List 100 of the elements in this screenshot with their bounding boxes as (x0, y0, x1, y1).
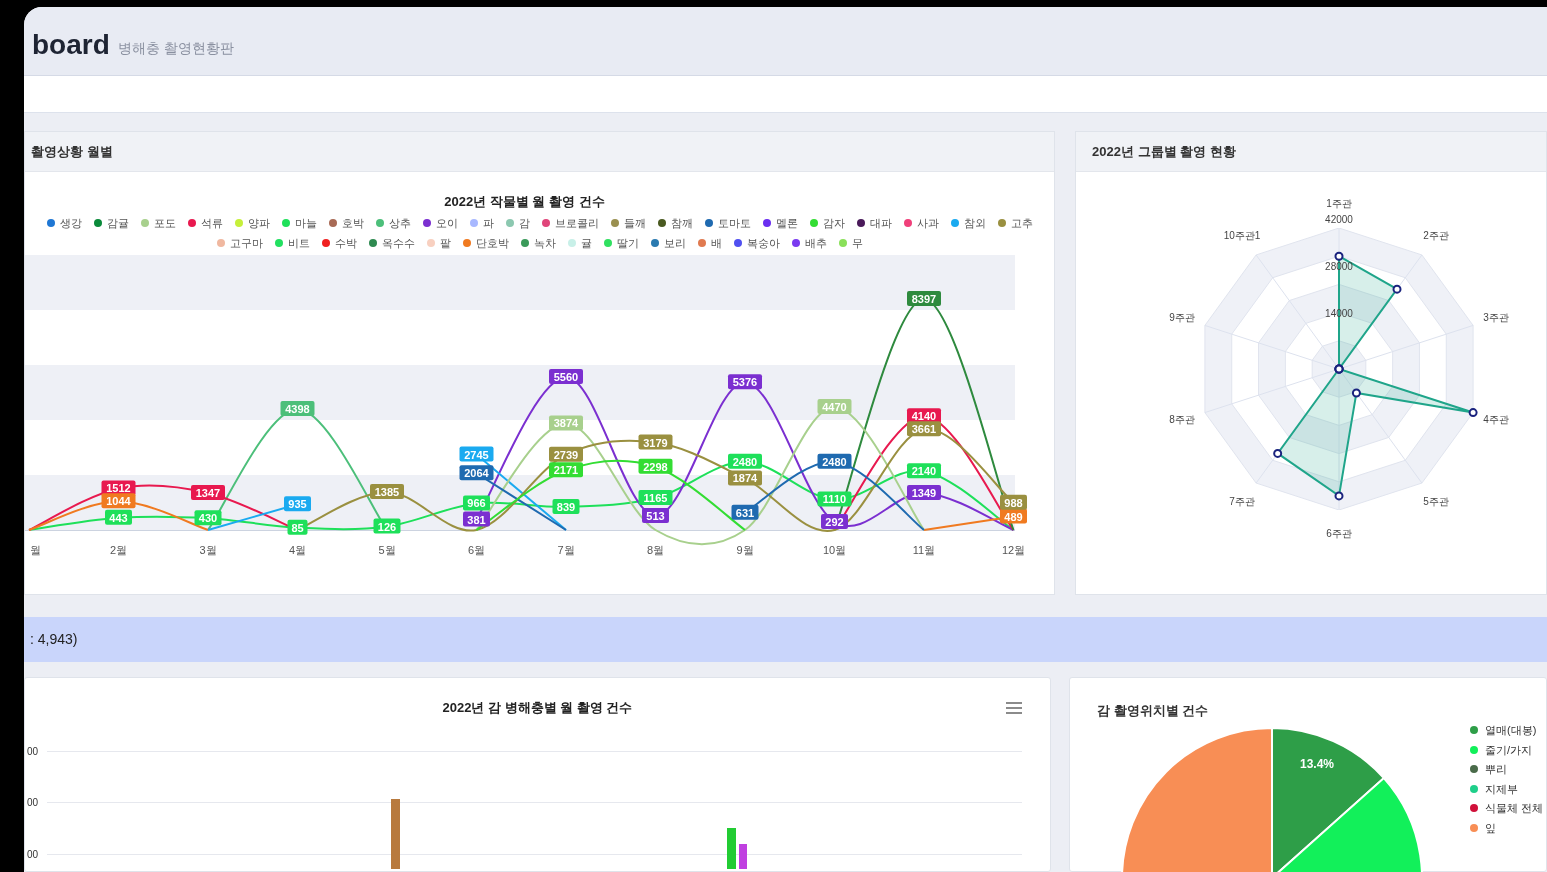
legend-label[interactable]: 보리 (663, 233, 686, 252)
legend-label[interactable]: 석류 (200, 213, 223, 232)
data-label: 935 (288, 497, 307, 510)
data-label: 2480 (732, 455, 758, 468)
data-label: 3874 (553, 416, 580, 429)
axis-label: 1주관 (1326, 199, 1352, 209)
summary-text: : 4,943) (30, 630, 78, 649)
axis-label: 3월 (199, 543, 217, 556)
axis-label: 9월 (736, 543, 754, 556)
data-label: 443 (109, 511, 128, 524)
legend-label[interactable]: 딸기 (616, 233, 639, 252)
data-label: 1044 (106, 494, 132, 507)
data-label: 839 (556, 500, 576, 513)
legend-label[interactable]: 브로콜리 (554, 213, 599, 232)
legend-label[interactable]: 귤 (580, 233, 592, 252)
legend-label[interactable]: 무 (851, 233, 863, 252)
tick-label: 42000 (1325, 215, 1353, 225)
legend-label[interactable]: 호박 (341, 213, 364, 232)
legend-label[interactable]: 상추 (388, 213, 411, 232)
legend-label[interactable]: 감자 (822, 213, 845, 232)
axis-label: 4주관 (1483, 415, 1509, 425)
axis-label: 5월 (378, 543, 396, 556)
legend-label[interactable]: 참깨 (670, 213, 693, 232)
legend-label[interactable]: 토마토 (717, 213, 751, 232)
legend-label[interactable]: 오이 (435, 213, 458, 232)
legend-label[interactable]: 감귤 (106, 213, 129, 232)
axis-label: 6월 (467, 543, 486, 556)
data-label: 4470 (822, 400, 847, 413)
data-label: 3179 (643, 436, 668, 449)
data-label: 2140 (911, 464, 937, 477)
legend-label[interactable]: 줄기/가지 (1485, 741, 1533, 758)
data-label: 3661 (911, 422, 937, 435)
axis-label: 월 (29, 543, 41, 556)
data-point (1392, 284, 1402, 294)
data-label: 988 (1000, 494, 1027, 510)
data-label: 1347 (195, 486, 221, 499)
axis-label: 8주관 (1169, 415, 1195, 425)
data-label: 631 (735, 506, 755, 519)
legend-label[interactable]: 마늘 (294, 213, 317, 232)
data-point (1273, 448, 1283, 458)
axis-label: 9주관 (1169, 313, 1195, 323)
bar (391, 798, 400, 869)
data-label: 381 (467, 513, 486, 526)
slice-label: 13.4% (1300, 756, 1335, 773)
dashboard-subtitle: 병해충 촬영현황판 (117, 39, 234, 58)
legend-label[interactable]: 배 (710, 233, 722, 252)
legend-label[interactable]: 복숭아 (746, 233, 780, 252)
data-label: 2739 (553, 448, 579, 461)
legend-label[interactable]: 멜론 (775, 213, 798, 232)
axis-label: 5주관 (1423, 497, 1449, 508)
legend-label[interactable]: 생강 (59, 213, 82, 232)
data-label: 1874 (732, 471, 759, 484)
axis-label: 8월 (646, 543, 665, 556)
axis-label: 2주관 (1423, 230, 1449, 241)
data-label: 2298 (643, 460, 668, 473)
legend-label[interactable]: 사과 (916, 213, 939, 232)
dashboard-title: board (32, 31, 110, 59)
data-label: 1110 (822, 492, 847, 505)
legend-label[interactable]: 식물체 전체 (1485, 800, 1544, 817)
tick-label: 00 (27, 847, 39, 862)
legend-label[interactable]: 잎 (1485, 819, 1496, 836)
legend-label[interactable]: 비트 (287, 233, 310, 252)
data-label: 5376 (732, 375, 758, 388)
legend-label[interactable]: 양파 (247, 213, 270, 232)
chart-title: 감 촬영위치별 건수 (1097, 703, 1209, 718)
legend-label[interactable]: 고구마 (229, 233, 263, 252)
legend-label[interactable]: 대파 (869, 213, 892, 232)
data-label: 2745 (464, 448, 489, 461)
data-label: 4398 (285, 402, 310, 415)
legend-label[interactable]: 수박 (334, 233, 357, 252)
legend-label[interactable]: 파 (482, 213, 494, 232)
data-label: 5560 (553, 370, 579, 383)
menu-icon[interactable] (1006, 702, 1022, 714)
bar (739, 843, 747, 869)
legend-label[interactable]: 팥 (439, 233, 451, 252)
legend-label[interactable]: 배추 (804, 233, 827, 252)
data-point (1468, 408, 1478, 418)
legend-label[interactable]: 참외 (963, 213, 986, 232)
data-label: 489 (1004, 510, 1023, 523)
legend-label[interactable]: 옥수수 (381, 233, 415, 252)
legend-label[interactable]: 단호박 (475, 233, 509, 252)
legend-label[interactable]: 열매(대봉) (1485, 722, 1537, 739)
card-title: 촬영상황 월별 (31, 142, 113, 161)
legend-label[interactable]: 지제부 (1485, 780, 1518, 797)
legend-label[interactable]: 들깨 (623, 213, 646, 232)
legend-label[interactable]: 포도 (153, 213, 176, 232)
data-label: 2171 (553, 463, 579, 476)
legend-label[interactable]: 고추 (1010, 213, 1033, 232)
data-label: 292 (825, 515, 844, 528)
data-label: 1165 (643, 491, 668, 504)
axis-label: 10주관1 (1223, 230, 1261, 241)
legend-label[interactable]: 감 (518, 213, 530, 232)
data-point (1351, 388, 1361, 398)
data-label: 1349 (911, 486, 937, 499)
axis-label: 7주관 (1229, 497, 1255, 508)
legend-label[interactable]: 뿌리 (1485, 761, 1507, 778)
data-label: 2480 (822, 455, 847, 468)
axis-label: 12월 (1001, 543, 1026, 556)
legend-label[interactable]: 녹차 (533, 233, 556, 252)
data-label: 4140 (911, 409, 937, 422)
